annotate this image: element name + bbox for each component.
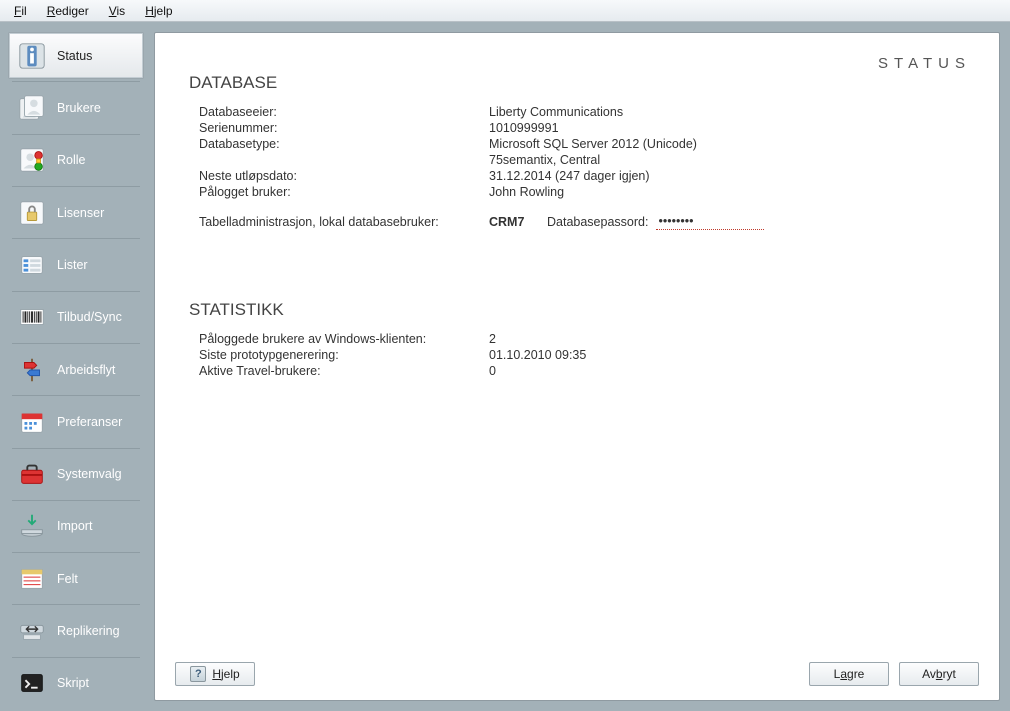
replication-icon (17, 616, 47, 646)
barcode-icon (17, 302, 47, 332)
section-statistics-heading: STATISTIKK (189, 300, 971, 320)
db-user-value: John Rowling (489, 185, 971, 199)
calendar-icon (17, 407, 47, 437)
db-type-value-2: 75semantix, Central (489, 153, 971, 167)
button-bar: ? Hjelp Lagre Avbryt (155, 662, 999, 686)
help-icon: ? (190, 666, 206, 682)
sidebar-item-label: Import (57, 519, 92, 533)
sidebar-item-label: Rolle (57, 153, 86, 167)
users-icon (17, 93, 47, 123)
sidebar-item-preferanser[interactable]: Preferanser (8, 398, 144, 445)
sidebar-item-label: Replikering (57, 624, 120, 638)
section-database-heading: DATABASE (189, 73, 971, 93)
stat-logged-value: 2 (489, 332, 971, 346)
sidebar-item-replikering[interactable]: Replikering (8, 607, 144, 654)
db-expiry-label: Neste utløpsdato: (189, 169, 489, 183)
menubar: Fil Rediger Vis Hjelp (0, 0, 1010, 22)
stat-logged-label: Påloggede brukere av Windows-klienten: (189, 332, 489, 346)
sidebar-item-label: Tilbud/Sync (57, 310, 122, 324)
menu-view[interactable]: Vis (101, 2, 133, 20)
stat-travel-value: 0 (489, 364, 971, 378)
db-owner-label: Databaseeier: (189, 105, 489, 119)
sidebar-item-label: Lisenser (57, 206, 104, 220)
db-serial-label: Serienummer: (189, 121, 489, 135)
sidebar-item-systemvalg[interactable]: Systemvalg (8, 451, 144, 498)
db-serial-value: 1010999991 (489, 121, 971, 135)
sidebar-item-label: Skript (57, 676, 89, 690)
lock-icon (17, 198, 47, 228)
import-icon (17, 511, 47, 541)
db-password-input[interactable] (656, 213, 764, 230)
menu-file[interactable]: Fil (6, 2, 35, 20)
sidebar-item-tilbud[interactable]: Tilbud/Sync (8, 294, 144, 341)
toolbox-icon (17, 459, 47, 489)
content-panel: STATUS DATABASE Databaseeier:Liberty Com… (154, 32, 1000, 701)
sidebar-item-label: Felt (57, 572, 78, 586)
db-owner-value: Liberty Communications (489, 105, 971, 119)
sidebar-item-felt[interactable]: Felt (8, 555, 144, 602)
field-icon (17, 564, 47, 594)
stat-travel-label: Aktive Travel-brukere: (189, 364, 489, 378)
db-type-label: Databasetype: (189, 137, 489, 151)
stat-proto-value: 01.10.2010 09:35 (489, 348, 971, 362)
cancel-button[interactable]: Avbryt (899, 662, 979, 686)
sidebar-item-label: Status (57, 49, 92, 63)
db-password-label: Databasepassord: (547, 215, 648, 229)
sidebar-item-lisenser[interactable]: Lisenser (8, 189, 144, 236)
db-tableadmin-label: Tabelladministrasjon, lokal databasebruk… (189, 215, 489, 229)
db-type-value-1: Microsoft SQL Server 2012 (Unicode) (489, 137, 971, 151)
sidebar-item-lister[interactable]: Lister (8, 241, 144, 288)
sidebar-item-rolle[interactable]: Rolle (8, 137, 144, 184)
sidebar-item-label: Brukere (57, 101, 101, 115)
info-icon (17, 41, 47, 71)
sidebar: Status Brukere Rolle Lisenser (0, 28, 148, 711)
page-title: STATUS (878, 55, 971, 72)
menu-help[interactable]: Hjelp (137, 2, 180, 20)
menu-edit[interactable]: Rediger (39, 2, 97, 20)
sidebar-item-label: Lister (57, 258, 88, 272)
sidebar-item-label: Arbeidsflyt (57, 363, 115, 377)
workspace: Status Brukere Rolle Lisenser (0, 22, 1010, 711)
sidebar-item-import[interactable]: Import (8, 503, 144, 550)
sidebar-item-brukere[interactable]: Brukere (8, 84, 144, 131)
list-icon (17, 250, 47, 280)
help-button[interactable]: ? Hjelp (175, 662, 255, 686)
db-tableadmin-value: CRM7 (489, 215, 547, 229)
sidebar-item-arbeidsflyt[interactable]: Arbeidsflyt (8, 346, 144, 393)
save-button[interactable]: Lagre (809, 662, 889, 686)
db-user-label: Pålogget bruker: (189, 185, 489, 199)
stat-proto-label: Siste prototypgenerering: (189, 348, 489, 362)
db-expiry-value: 31.12.2014 (247 dager igjen) (489, 169, 971, 183)
sidebar-item-label: Preferanser (57, 415, 122, 429)
content-wrap: STATUS DATABASE Databaseeier:Liberty Com… (148, 28, 1010, 711)
role-icon (17, 145, 47, 175)
sidebar-item-skript[interactable]: Skript (8, 660, 144, 707)
signpost-icon (17, 355, 47, 385)
sidebar-item-label: Systemvalg (57, 467, 122, 481)
terminal-icon (17, 668, 47, 698)
sidebar-item-status[interactable]: Status (8, 32, 144, 79)
